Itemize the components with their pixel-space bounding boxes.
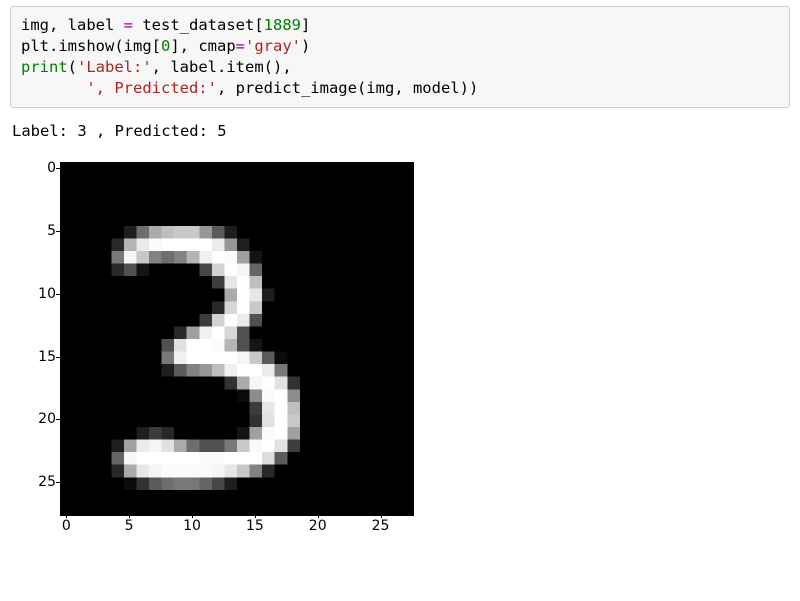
x-tick-label: 25 xyxy=(372,518,390,534)
y-tick-label: 25 xyxy=(12,475,56,489)
x-tick-label: 0 xyxy=(62,518,71,534)
code-line-2: plt.imshow(img[0], cmap='gray') xyxy=(21,37,310,55)
x-tick-label: 20 xyxy=(309,518,327,534)
mnist-image xyxy=(61,163,413,515)
x-tick-label: 10 xyxy=(183,518,201,534)
y-tick-label: 10 xyxy=(12,287,56,301)
notebook-cell-container: img, label = test_dataset[1889] plt.imsh… xyxy=(0,0,800,596)
y-tick-label: 0 xyxy=(12,161,56,175)
code-input-cell: img, label = test_dataset[1889] plt.imsh… xyxy=(10,6,790,108)
plot-axes xyxy=(60,162,414,516)
code-line-3: print('Label:', label.item(), xyxy=(21,58,292,76)
y-tick-label: 20 xyxy=(12,412,56,426)
code-line-4: ', Predicted:', predict_image(img, model… xyxy=(21,79,478,97)
y-tick-label: 5 xyxy=(12,224,56,238)
code-line-1: img, label = test_dataset[1889] xyxy=(21,16,310,34)
matplotlib-figure: 0 5 10 15 20 25 0 5 10 15 20 25 xyxy=(12,156,442,586)
y-tick-label: 15 xyxy=(12,350,56,364)
x-tick-label: 15 xyxy=(246,518,264,534)
output-stdout: Label: 3 , Predicted: 5 xyxy=(10,108,790,142)
x-tick-label: 5 xyxy=(125,518,134,534)
